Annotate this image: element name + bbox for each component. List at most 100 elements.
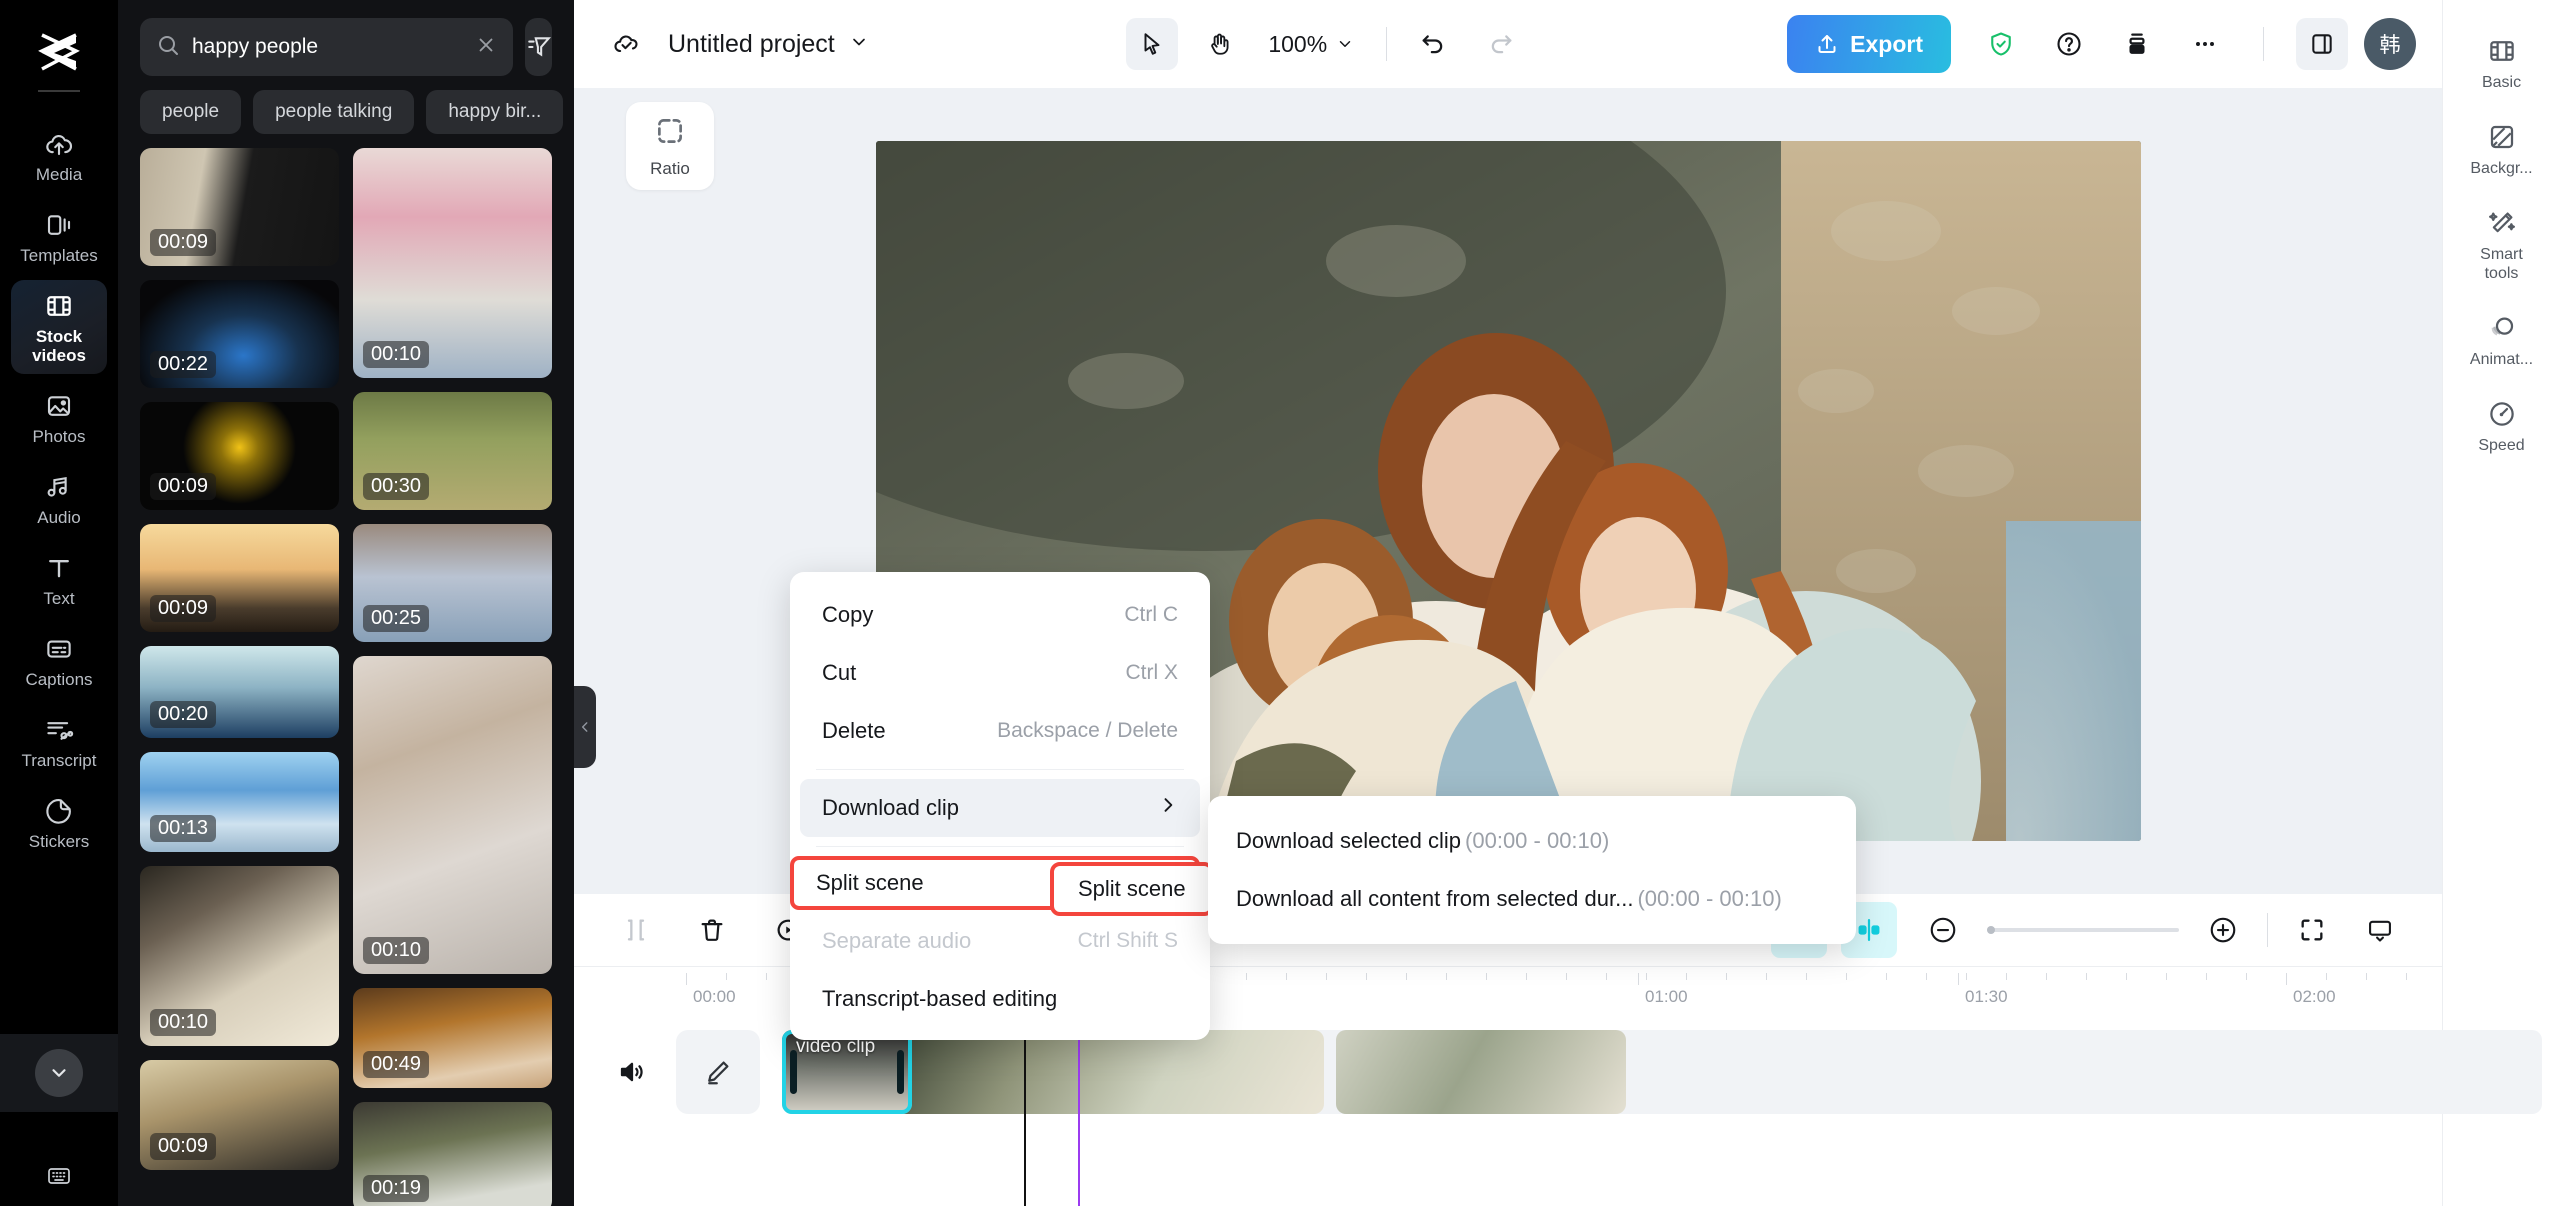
right-rail-item-background[interactable]: Backgr... (2452, 110, 2552, 190)
download-clip-submenu: Download selected clip (00:00 - 00:10) D… (1208, 796, 1856, 944)
sidebar-item-text[interactable]: Text (11, 542, 107, 617)
panel-right-icon[interactable] (2296, 18, 2348, 70)
plus-circle-icon[interactable] (2195, 902, 2251, 958)
keyboard-icon[interactable] (0, 1164, 118, 1188)
zoom-level-value: 100% (1268, 31, 1327, 58)
sidebar-item-transcript[interactable]: Transcript (11, 704, 107, 779)
context-menu-item-delete[interactable]: Delete Backspace / Delete (790, 702, 1210, 760)
minus-circle-icon[interactable] (1915, 902, 1971, 958)
thumbnail-duration: 00:09 (150, 1133, 216, 1160)
avatar[interactable]: 韩 (2364, 18, 2416, 70)
export-button[interactable]: Export (1787, 15, 1951, 73)
ruler-minor-tick (1486, 973, 1487, 980)
stock-video-thumbnail[interactable]: 00:10 (353, 656, 552, 974)
stock-video-thumbnail[interactable]: 00:09 (140, 1060, 339, 1170)
chevron-down-icon[interactable] (849, 32, 869, 57)
search-input[interactable] (192, 35, 463, 59)
ruler-minor-tick (1686, 973, 1687, 980)
stock-video-thumbnail[interactable]: 00:09 (140, 148, 339, 266)
right-rail-item-basic[interactable]: Basic (2452, 24, 2552, 104)
right-rail-item-smart-tools[interactable]: Smarttools (2452, 196, 2552, 295)
sidebar-item-audio[interactable]: Audio (11, 461, 107, 536)
zoom-level-dropdown[interactable]: 100% (1268, 31, 1354, 58)
sidebar-item-stock-videos[interactable]: Stockvideos (11, 280, 107, 374)
context-menu-item-transcript-based-editing[interactable]: Transcript-based editing (790, 970, 1210, 1028)
clip-segment-c[interactable] (1336, 1030, 1626, 1114)
undo-icon[interactable] (1419, 30, 1447, 58)
export-label: Export (1850, 31, 1923, 58)
fit-screen-icon[interactable] (2284, 902, 2340, 958)
close-icon[interactable] (475, 34, 497, 61)
stock-video-thumbnail[interactable]: 00:25 (353, 524, 552, 642)
chevron-down-icon[interactable] (35, 1049, 83, 1097)
stock-video-thumbnail[interactable]: 00:20 (140, 646, 339, 738)
panel-collapse-handle[interactable] (574, 686, 596, 768)
ruler-minor-tick (2126, 973, 2127, 980)
shield-check-icon[interactable] (1975, 18, 2027, 70)
context-menu-item-cut[interactable]: Cut Ctrl X (790, 644, 1210, 702)
stock-video-thumbnail[interactable]: 00:30 (353, 392, 552, 510)
tag-chip[interactable]: happy bir... (426, 90, 563, 134)
chevron-left-icon (578, 716, 592, 738)
right-rail-item-speed[interactable]: Speed (2452, 387, 2552, 467)
sidebar-item-label: Audio (37, 508, 80, 527)
context-menu-item-download-clip[interactable]: Download clip (800, 779, 1200, 837)
context-menu-item-copy[interactable]: Copy Ctrl C (790, 586, 1210, 644)
redo-icon[interactable] (1487, 30, 1515, 58)
cloud-check-icon[interactable] (600, 18, 652, 70)
project-title-dropdown[interactable]: Untitled project (668, 30, 869, 59)
slider-knob[interactable] (1987, 926, 1995, 934)
stock-video-thumbnail[interactable]: 00:09 (140, 402, 339, 510)
submenu-item-label: Download selected clip (1236, 828, 1461, 854)
film-icon (44, 291, 74, 321)
sidebar-item-stickers[interactable]: Stickers (11, 785, 107, 860)
sidebar-item-templates[interactable]: Templates (11, 199, 107, 274)
rail-expand-more[interactable] (0, 1034, 118, 1112)
right-rail-item-animation[interactable]: Animat... (2452, 301, 2552, 381)
ellipsis-icon[interactable] (2179, 18, 2231, 70)
sidebar-item-photos[interactable]: Photos (11, 380, 107, 455)
right-rail-label-basic: Basic (2482, 73, 2521, 92)
stock-video-thumbnail[interactable]: 00:49 (353, 988, 552, 1088)
ruler-time-label: 02:00 (2293, 987, 2336, 1007)
clip-trim-handle-right[interactable] (897, 1050, 904, 1094)
tag-chip[interactable]: people talking (253, 90, 414, 134)
submenu-item-download-selected-clip[interactable]: Download selected clip (00:00 - 00:10) (1208, 812, 1856, 870)
stack-icon[interactable] (2111, 18, 2163, 70)
trash-icon[interactable] (684, 902, 740, 958)
search-box[interactable] (140, 18, 513, 76)
ratio-button[interactable]: Ratio (626, 102, 714, 190)
filter-icon[interactable] (525, 18, 552, 76)
cloud-upload-icon (44, 129, 74, 159)
sidebar-item-captions[interactable]: Captions (11, 623, 107, 698)
cursor-arrow-icon[interactable] (1126, 18, 1178, 70)
context-item-shortcut: Backspace / Delete (997, 719, 1178, 743)
stock-video-thumbnail[interactable]: 00:10 (140, 866, 339, 1046)
speaker-icon[interactable] (600, 1030, 664, 1114)
stock-video-thumbnail[interactable]: 00:19 (353, 1102, 552, 1206)
hand-icon[interactable] (1194, 18, 1246, 70)
sidebar-item-media[interactable]: Media (11, 118, 107, 193)
capcut-logo-icon[interactable] (31, 28, 87, 76)
ruler-minor-tick (2086, 973, 2087, 980)
playhead[interactable] (1024, 1030, 1026, 1206)
timeline-zoom-slider[interactable] (1987, 928, 2179, 932)
monitor-icon[interactable] (2352, 902, 2408, 958)
thumbnail-duration: 00:25 (363, 605, 429, 632)
stock-video-thumbnail[interactable]: 00:13 (140, 752, 339, 852)
pencil-icon[interactable] (676, 1030, 760, 1114)
clip-trim-handle-left[interactable] (790, 1050, 797, 1094)
background-icon (2487, 122, 2517, 152)
speedometer-icon (2487, 399, 2517, 429)
thumbnail-duration: 00:09 (150, 595, 216, 622)
submenu-item-download-all-content[interactable]: Download all content from selected dur..… (1208, 870, 1856, 928)
split-icon[interactable] (608, 902, 664, 958)
clip-segment-b[interactable] (894, 1030, 1324, 1114)
stock-video-thumbnail[interactable]: 00:10 (353, 148, 552, 378)
question-circle-icon[interactable] (2043, 18, 2095, 70)
stock-video-thumbnail[interactable]: 00:22 (140, 280, 339, 388)
tag-chip[interactable]: people (140, 90, 241, 134)
clip-segment-a[interactable]: video clip (782, 1030, 912, 1114)
transcript-icon (44, 715, 74, 745)
stock-video-thumbnail[interactable]: 00:09 (140, 524, 339, 632)
